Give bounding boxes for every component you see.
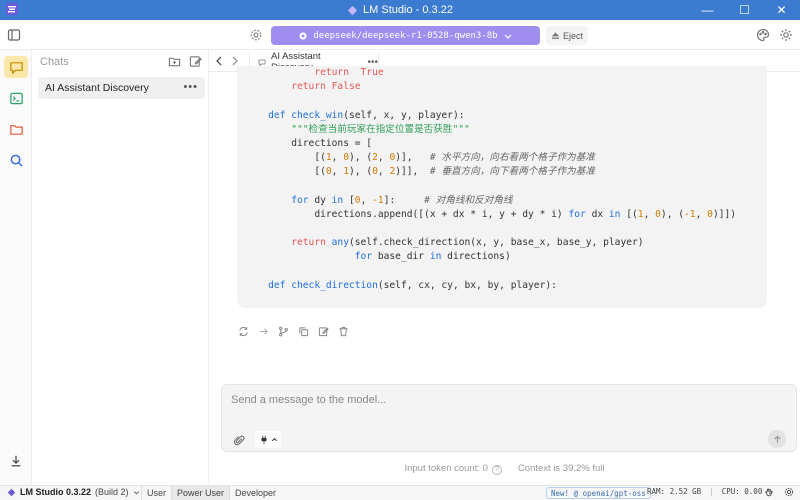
- info-icon[interactable]: ?: [491, 464, 502, 475]
- code-line: [(1, 0), (2, 0)], # 水平方向，向右看两个格子作为基准: [314, 152, 595, 164]
- palette-icon[interactable]: [756, 28, 770, 42]
- chats-sidebar: Chats AI Assistant Discovery •••: [32, 50, 209, 485]
- model-name: deepseek/deepseek-r1-0528-qwen3-8b: [313, 30, 498, 41]
- title-bar: LM Studio - 0.3.22 — ☐ ✕: [0, 0, 800, 20]
- app-version: LM Studio 0.3.22 (Build 2): [7, 487, 140, 497]
- terminal-icon: [9, 92, 23, 104]
- chevron-down-icon: [504, 34, 512, 39]
- left-rail: [0, 50, 32, 485]
- chat-list-item[interactable]: AI Assistant Discovery •••: [38, 77, 205, 99]
- code-line: def check_direction(self, cx, cy, bx, by…: [268, 279, 557, 291]
- eject-button[interactable]: Eject: [546, 26, 588, 45]
- code-line: for base_dir in directions): [354, 251, 511, 263]
- code-line: return False: [291, 81, 361, 93]
- download-button[interactable]: [4, 450, 28, 472]
- message-actions: [238, 326, 349, 337]
- continue-icon[interactable]: [258, 326, 269, 337]
- send-button[interactable]: [768, 430, 786, 448]
- chats-header: Chats: [40, 56, 69, 68]
- window-title: LM Studio - 0.3.22: [363, 4, 453, 16]
- copy-icon[interactable]: [298, 326, 309, 337]
- code-line: """检查当前玩家在指定位置是否获胜""": [291, 123, 470, 135]
- message-input[interactable]: Send a message to the model...: [231, 394, 386, 406]
- settings-icon[interactable]: [779, 28, 793, 42]
- regenerate-icon[interactable]: [238, 326, 249, 337]
- code-line: directions = [: [291, 137, 373, 149]
- mode-power-user[interactable]: Power User: [171, 486, 230, 500]
- settings-icon[interactable]: [784, 487, 794, 497]
- download-icon: [11, 455, 21, 467]
- code-content: return True return False def check_win(s…: [245, 66, 736, 293]
- minimize-button[interactable]: —: [689, 0, 726, 20]
- close-button[interactable]: ✕: [763, 0, 800, 20]
- attach-button[interactable]: [230, 432, 248, 448]
- code-line: [(0, 1), (0, 2)]], # 垂直方向，向下看两个格子作为基准: [314, 166, 595, 178]
- chevron-up-icon: [271, 437, 277, 442]
- lmstudio-logo-icon: [7, 488, 16, 496]
- sidebar-toggle-icon[interactable]: [7, 28, 21, 42]
- new-folder-icon[interactable]: [168, 55, 181, 68]
- folder-icon: [9, 124, 23, 135]
- news-badge[interactable]: New! @ openai/gpt-oss: [546, 487, 651, 499]
- status-bar: LM Studio 0.3.22 (Build 2) User Power Us…: [0, 485, 800, 500]
- resource-monitor: RAM: 2.52 GB | CPU: 0.00 %: [647, 487, 771, 496]
- app-name: LM Studio 0.3.22: [20, 487, 92, 497]
- code-block: return True return False def check_win(s…: [237, 66, 767, 308]
- context-usage: Context is 39.2% full: [517, 463, 605, 474]
- mode-developer[interactable]: Developer: [229, 486, 281, 500]
- branch-icon[interactable]: [278, 326, 289, 337]
- mode-user[interactable]: User: [141, 486, 171, 500]
- new-chat-icon[interactable]: [189, 55, 202, 68]
- integrations-button[interactable]: [255, 431, 281, 448]
- status-tools: [764, 487, 794, 497]
- message-composer: Send a message to the model...: [221, 384, 797, 452]
- app-icon: [347, 5, 358, 15]
- lmstudio-logo-icon: [6, 3, 18, 15]
- plug-icon: [261, 435, 266, 444]
- search-icon: [10, 154, 23, 167]
- model-selector[interactable]: deepseek/deepseek-r1-0528-qwen3-8b: [271, 26, 540, 45]
- rail-chat[interactable]: [4, 56, 28, 78]
- top-toolbar: deepseek/deepseek-r1-0528-qwen3-8b Eject: [0, 20, 800, 50]
- rail-developer[interactable]: [4, 87, 28, 109]
- model-icon: [299, 32, 307, 39]
- code-line: directions.append([(x + dx * i, y + dy *…: [314, 208, 737, 220]
- eject-icon: [551, 32, 560, 39]
- separator: |: [709, 487, 714, 496]
- gear-icon[interactable]: [249, 28, 263, 42]
- chevron-left-icon: [215, 56, 221, 66]
- rail-models[interactable]: [4, 118, 28, 140]
- build-label: (Build 2): [95, 487, 129, 497]
- token-info: Input token count: 0? Context is 39.2% f…: [209, 463, 800, 475]
- code-line: return True: [314, 67, 384, 78]
- chat-title: AI Assistant Discovery: [45, 82, 149, 94]
- mode-switcher: User Power User Developer: [141, 486, 281, 500]
- chat-icon: [9, 61, 23, 75]
- edit-icon[interactable]: [318, 326, 329, 337]
- app-window: LM Studio - 0.3.22 — ☐ ✕ deepseek/deepse…: [0, 0, 800, 500]
- chevron-right-icon: [232, 56, 238, 66]
- input-token-count: Input token count: 0?: [404, 463, 502, 475]
- code-line: for dy in [0, -1]: # 对角线和反对角线: [291, 194, 513, 206]
- delete-icon[interactable]: [338, 326, 349, 337]
- chat-more-button[interactable]: •••: [183, 81, 198, 93]
- ram-usage: RAM: 2.52 GB: [647, 487, 702, 496]
- paperclip-icon: [233, 435, 244, 445]
- eject-label: Eject: [562, 30, 583, 41]
- code-line: def check_win(self, x, y, player):: [268, 109, 465, 121]
- maximize-button[interactable]: ☐: [726, 0, 763, 20]
- arrow-up-icon: [773, 435, 781, 443]
- chevron-down-icon[interactable]: [133, 489, 140, 496]
- back-button[interactable]: [213, 54, 225, 68]
- bug-icon[interactable]: [764, 487, 774, 497]
- chat-main: return True return False def check_win(s…: [209, 66, 800, 485]
- rail-discover[interactable]: [4, 149, 28, 171]
- code-line: return any(self.check_direction(x, y, ba…: [291, 237, 644, 249]
